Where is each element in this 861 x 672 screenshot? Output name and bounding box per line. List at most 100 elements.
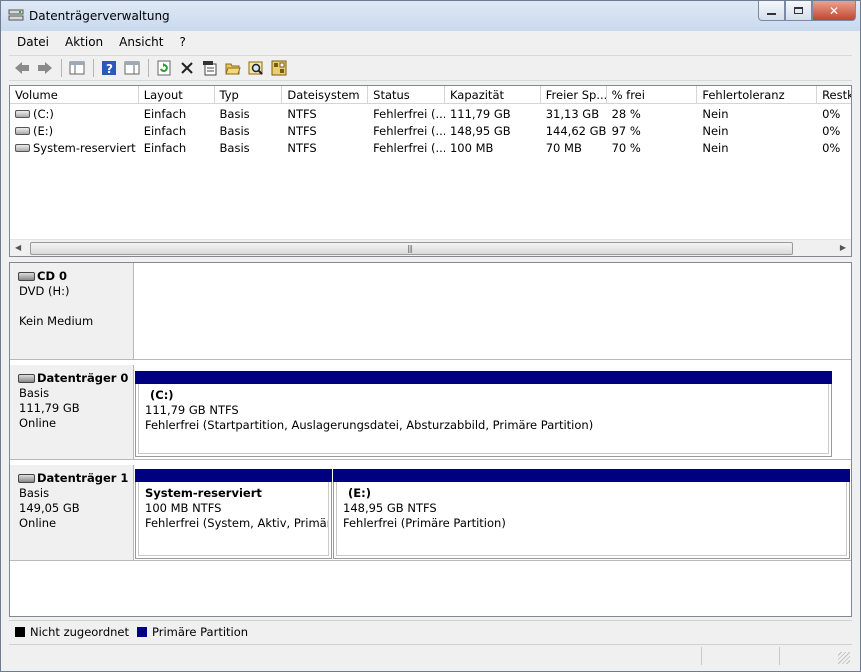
rescan-disks-icon <box>271 60 287 76</box>
properties-button[interactable] <box>199 57 221 79</box>
delete-icon <box>181 62 193 74</box>
legend-swatch <box>137 626 148 637</box>
volume-cell: (C:) <box>10 106 139 123</box>
delete-button[interactable] <box>176 57 198 79</box>
properties-pane-icon <box>124 61 140 75</box>
capacity-cell: 111,79 GB <box>449 107 511 121</box>
disk-title: CD 0 <box>18 269 133 284</box>
disk-partitions-disk0: (C:) 111,79 GB NTFS Fehlerfrei (Startpar… <box>135 365 851 459</box>
cd-drive-icon <box>18 272 35 281</box>
partition-name: (E:) <box>348 486 371 500</box>
disk-row-disk1: Datenträger 1 Basis 149,05 GB Online Sys… <box>10 465 851 561</box>
column-header-typ[interactable]: Typ <box>215 86 283 103</box>
toolbar-separator <box>148 59 149 77</box>
fault-tolerance-cell: Nein <box>702 107 729 121</box>
rescan-button[interactable] <box>268 57 290 79</box>
drive-icon <box>15 126 30 135</box>
refresh-button[interactable] <box>153 57 175 79</box>
filesystem-cell: NTFS <box>287 141 317 155</box>
partition-box: (C:) 111,79 GB NTFS Fehlerfrei (Startpar… <box>135 384 832 457</box>
partition-status: Fehlerfrei (Startpartition, Auslagerungs… <box>145 418 594 432</box>
capacity-cell: 148,95 GB <box>449 124 511 138</box>
refresh-icon <box>157 60 171 76</box>
resize-grip-icon[interactable] <box>838 652 850 664</box>
column-header-volume[interactable]: Volume <box>10 86 139 103</box>
console-tree-button[interactable] <box>66 57 88 79</box>
disk-info-disk1[interactable]: Datenträger 1 Basis 149,05 GB Online <box>10 465 134 560</box>
partition-status: Fehlerfrei (Primäre Partition) <box>343 516 506 530</box>
fault-tolerance-cell: Nein <box>702 124 729 138</box>
volume-name: (C:) <box>33 107 54 121</box>
table-row[interactable]: (E:) Einfach Basis NTFS Fehlerfrei (... … <box>10 123 851 140</box>
disk-spacer <box>19 299 133 314</box>
layout-cell: Einfach <box>143 124 187 138</box>
primary-partition-bar <box>333 469 850 482</box>
column-header-restkapazitaet[interactable]: Restk <box>817 86 851 103</box>
column-header-fehlertoleranz[interactable]: Fehlertoleranz <box>697 86 818 103</box>
partition-c[interactable]: (C:) 111,79 GB NTFS Fehlerfrei (Startpar… <box>135 371 832 457</box>
window-controls: ✕ <box>758 1 856 23</box>
title-bar[interactable]: Datenträgerverwaltung ✕ <box>1 1 860 31</box>
toolbar-separator <box>93 59 94 77</box>
primary-partition-bar <box>135 469 332 482</box>
disk-size: 111,79 GB <box>19 401 80 415</box>
percent-free-cell: 97 % <box>611 124 641 138</box>
explore-button[interactable] <box>245 57 267 79</box>
column-header-layout[interactable]: Layout <box>139 86 215 103</box>
legend-label: Primäre Partition <box>152 624 249 639</box>
legend-label: Nicht zugeordnet <box>30 624 130 639</box>
disk-status: Online <box>19 516 57 530</box>
partition-system-reserved[interactable]: System-reserviert 100 MB NTFS Fehlerfrei… <box>135 469 332 559</box>
column-header-prozent-frei[interactable]: % frei <box>607 86 698 103</box>
minimize-button[interactable] <box>758 1 785 21</box>
close-button[interactable]: ✕ <box>812 1 856 21</box>
column-header-status[interactable]: Status <box>368 86 445 103</box>
menu-datei[interactable]: Datei <box>9 35 57 49</box>
back-button[interactable] <box>11 57 33 79</box>
status-divider <box>701 647 702 665</box>
menu-aktion[interactable]: Aktion <box>57 35 111 49</box>
toolbar-separator <box>61 59 62 77</box>
disk-title: Datenträger 1 <box>18 471 133 486</box>
disk-info-cd0[interactable]: CD 0 DVD (H:) Kein Medium <box>10 263 134 359</box>
grip-icon: ||| <box>407 244 413 253</box>
partition-name: System-reserviert <box>145 486 262 500</box>
scroll-left-arrow-icon[interactable]: ◀ <box>15 243 21 252</box>
partition-details: System-reserviert 100 MB NTFS Fehlerfrei… <box>138 482 329 556</box>
properties-pane-button[interactable] <box>121 57 143 79</box>
scrollbar-thumb[interactable]: ||| <box>30 242 793 255</box>
column-header-kapazitaet[interactable]: Kapazität <box>445 86 541 103</box>
forward-button[interactable] <box>34 57 56 79</box>
legend-item-unallocated: Nicht zugeordnet <box>15 625 129 639</box>
disk-name-label: CD 0 <box>37 269 67 283</box>
disk-title: Datenträger 0 <box>18 371 133 386</box>
partition-status: Fehlerfrei (System, Aktiv, Primäre P <box>145 516 329 530</box>
table-row[interactable]: (C:) Einfach Basis NTFS Fehlerfrei (... … <box>10 106 851 123</box>
open-button[interactable] <box>222 57 244 79</box>
scroll-right-arrow-icon[interactable]: ▶ <box>840 243 846 252</box>
disk-graphical-view: CD 0 DVD (H:) Kein Medium Datenträger 0 … <box>9 262 852 617</box>
help-button[interactable]: ? <box>98 57 120 79</box>
partition-e[interactable]: (E:) 148,95 GB NTFS Fehlerfrei (Primäre … <box>333 469 850 559</box>
svg-text:?: ? <box>106 62 113 76</box>
partition-size: 100 MB NTFS <box>145 501 222 515</box>
disk-info-disk0[interactable]: Datenträger 0 Basis 111,79 GB Online <box>10 365 134 459</box>
fault-tolerance-cell: Nein <box>702 141 729 155</box>
volume-list-rows: (C:) Einfach Basis NTFS Fehlerfrei (... … <box>10 106 851 157</box>
horizontal-scrollbar[interactable]: ◀ ||| ▶ <box>10 239 851 256</box>
free-space-cell: 144,62 GB <box>545 124 607 138</box>
toolbar: ? <box>9 55 852 81</box>
open-folder-icon <box>225 63 241 75</box>
column-header-freier-speicher[interactable]: Freier Sp... <box>541 86 607 103</box>
type-cell: Basis <box>219 107 250 121</box>
disk-partitions-disk1: System-reserviert 100 MB NTFS Fehlerfrei… <box>135 465 851 560</box>
help-icon: ? <box>102 61 116 76</box>
maximize-button[interactable] <box>785 1 812 21</box>
layout-cell: Einfach <box>143 107 187 121</box>
free-space-cell: 31,13 GB <box>545 107 600 121</box>
table-row[interactable]: System-reserviert Einfach Basis NTFS Feh… <box>10 140 851 157</box>
restore-icon <box>794 7 803 14</box>
column-header-dateisystem[interactable]: Dateisystem <box>282 86 369 103</box>
menu-help[interactable]: ? <box>171 35 193 49</box>
menu-ansicht[interactable]: Ansicht <box>111 35 171 49</box>
